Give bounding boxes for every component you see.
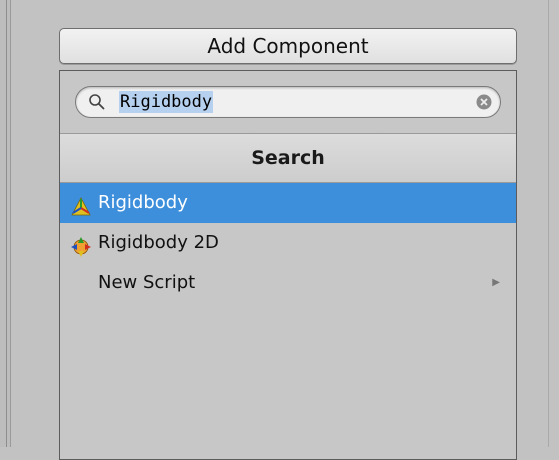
list-item-rigidbody-2d[interactable]: Rigidbody 2D (60, 223, 516, 263)
list-item-label: Rigidbody (98, 192, 188, 213)
search-input-value: Rigidbody (119, 91, 214, 113)
add-component-button[interactable]: Add Component (59, 28, 517, 64)
list-item-rigidbody[interactable]: Rigidbody (60, 183, 516, 223)
inspector-left-border (0, 0, 11, 447)
rigidbody-2d-icon (70, 233, 92, 257)
search-results-list: Rigidbody Rigidbody 2D New Script ▶ (60, 183, 516, 303)
add-component-popup: Rigidbody Search Rigidbody Rigidbody 2D … (59, 70, 517, 460)
add-component-label: Add Component (207, 34, 369, 58)
rigidbody-3d-icon (70, 193, 92, 216)
clear-search-icon[interactable] (476, 94, 492, 110)
section-title: Search (251, 147, 325, 169)
list-item-label: New Script (98, 272, 196, 293)
search-section-header: Search (60, 133, 516, 183)
list-item-new-script[interactable]: New Script ▶ (60, 263, 516, 303)
submenu-arrow-icon: ▶ (492, 277, 500, 288)
list-item-label: Rigidbody 2D (98, 232, 219, 253)
search-input[interactable]: Rigidbody (75, 86, 501, 118)
inspector-right-border (548, 0, 549, 447)
search-icon (88, 93, 106, 111)
search-area: Rigidbody (60, 71, 516, 133)
